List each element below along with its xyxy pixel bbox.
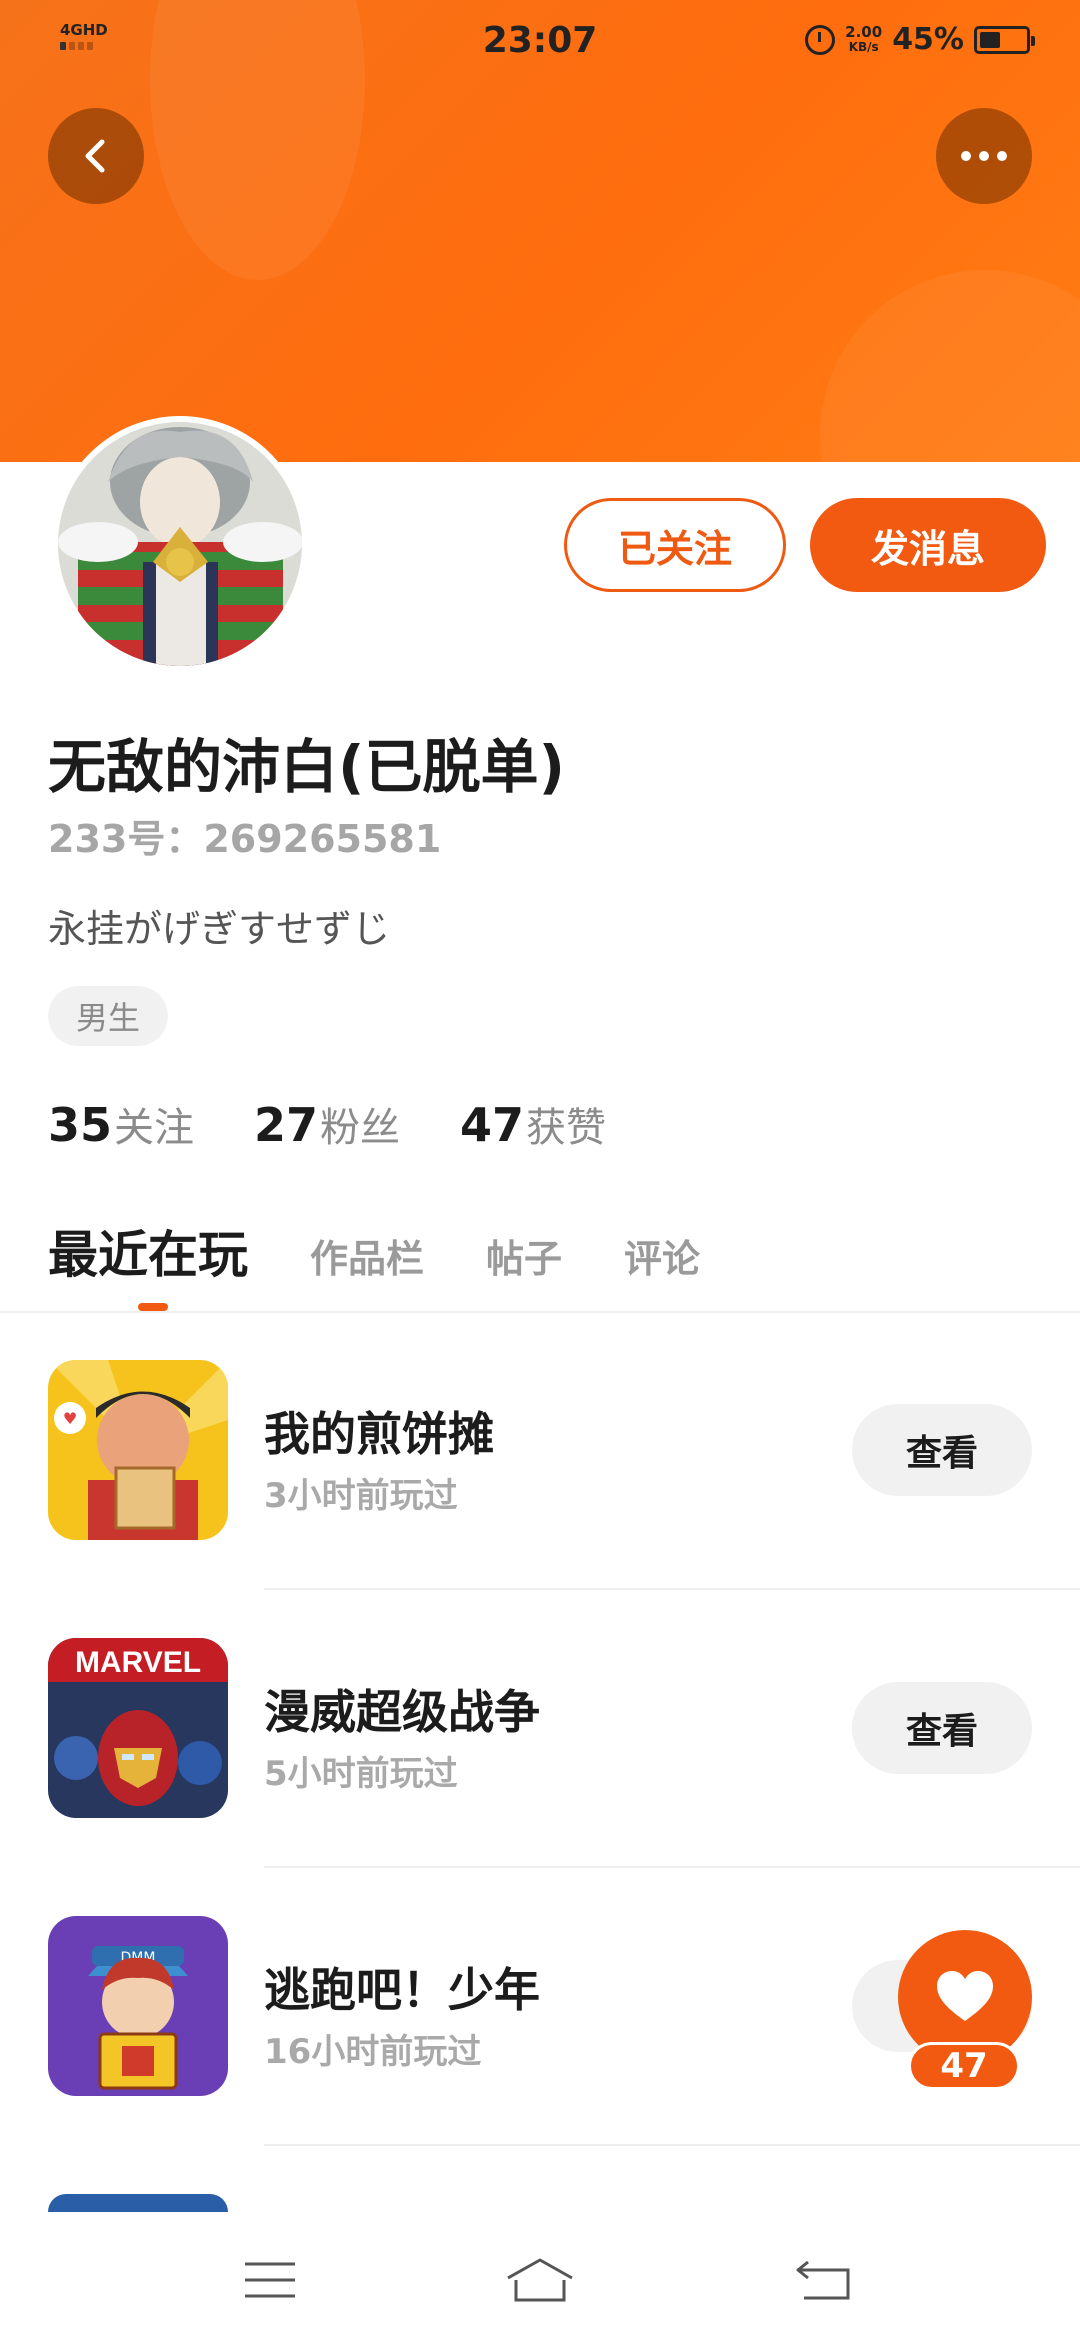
return-icon xyxy=(796,2260,850,2300)
gender-tag: 男生 xyxy=(48,986,168,1046)
fans-stat[interactable]: 27 粉丝 xyxy=(254,1095,400,1153)
divider xyxy=(0,1311,1080,1313)
fans-count: 27 xyxy=(254,1098,319,1152)
game-title: 漫威超级战争 xyxy=(264,1685,540,1739)
more-button[interactable] xyxy=(936,108,1032,204)
network-speed: 2.00 KB/s xyxy=(845,22,883,55)
speed-unit: KB/s xyxy=(848,39,879,54)
battery-percent: 45% xyxy=(892,22,964,57)
game-icon: MARVEL xyxy=(48,1638,228,1818)
likes-count: 47 xyxy=(460,1098,525,1152)
speed-value: 2.00 xyxy=(845,22,883,41)
like-count-badge: 47 xyxy=(908,2042,1020,2090)
fans-label: 粉丝 xyxy=(320,1105,401,1151)
last-played-time: 3小时前玩过 xyxy=(264,1476,458,1516)
avatar[interactable] xyxy=(52,416,308,672)
system-nav-bar xyxy=(0,2212,1080,2340)
game-icon xyxy=(48,2194,228,2212)
divider xyxy=(264,1866,1080,1868)
return-button[interactable] xyxy=(784,2252,864,2308)
divider xyxy=(264,1588,1080,1590)
view-button[interactable]: 查看 xyxy=(852,1682,1032,1774)
username: 无敌的沛白(已脱单) xyxy=(48,733,566,801)
status-bar: 4GHD 23:07 2.00 KB/s 45% xyxy=(0,0,1080,84)
likes-stat: 47 获赞 xyxy=(460,1095,606,1153)
tab-comments[interactable]: 评论 xyxy=(624,1228,700,1283)
user-id: 233号：269265581 xyxy=(48,817,442,861)
marvel-logo-text: MARVEL xyxy=(75,1646,201,1679)
list-item[interactable]: MARVEL 漫威超级战争 5小时前玩过 查看 xyxy=(0,1638,1080,1916)
game-title: 逃跑吧！少年 xyxy=(264,1963,540,2017)
battery-icon xyxy=(974,25,1035,54)
home-icon xyxy=(507,2258,573,2302)
list-item[interactable]: ♥ 我的煎饼摊 3小时前玩过 查看 xyxy=(0,1360,1080,1638)
send-message-button[interactable]: 发消息 xyxy=(810,498,1046,592)
menu-icon xyxy=(245,2262,295,2298)
following-label: 关注 xyxy=(114,1105,195,1151)
last-played-time: 5小时前玩过 xyxy=(264,1754,458,1794)
active-tab-indicator xyxy=(138,1303,168,1311)
tab-works[interactable]: 作品栏 xyxy=(310,1228,424,1283)
alarm-icon xyxy=(805,24,836,55)
more-dots-icon xyxy=(961,151,1007,161)
following-count: 35 xyxy=(48,1098,113,1152)
view-button[interactable]: 查看 xyxy=(852,1404,1032,1496)
user-bio: 永挂がげぎすせずじ xyxy=(48,907,391,951)
game-title: 我的煎饼摊 xyxy=(264,1407,494,1461)
back-button[interactable] xyxy=(48,108,144,204)
banner-decoration xyxy=(820,270,1080,462)
tab-posts[interactable]: 帖子 xyxy=(486,1228,562,1283)
home-button[interactable] xyxy=(500,2252,580,2308)
last-played-time: 16小时前玩过 xyxy=(264,2032,482,2072)
game-icon: ♥ xyxy=(48,1360,228,1540)
following-button[interactable]: 已关注 xyxy=(564,498,786,592)
game-icon: DMM xyxy=(48,1916,228,2096)
menu-button[interactable] xyxy=(230,2252,310,2308)
back-arrow-icon xyxy=(85,139,105,173)
heart-icon xyxy=(937,1971,993,2021)
svg-text:♥: ♥ xyxy=(63,1409,77,1428)
tab-recently-played[interactable]: 最近在玩 xyxy=(48,1215,248,1287)
profile-tabs: 最近在玩 作品栏 帖子 评论 xyxy=(48,1215,762,1287)
following-stat[interactable]: 35 关注 xyxy=(48,1095,194,1153)
divider xyxy=(264,2144,1080,2146)
likes-label: 获赞 xyxy=(526,1105,607,1151)
profile-stats: 35 关注 27 粉丝 47 获赞 xyxy=(48,1095,606,1153)
avatar-image xyxy=(58,422,302,666)
